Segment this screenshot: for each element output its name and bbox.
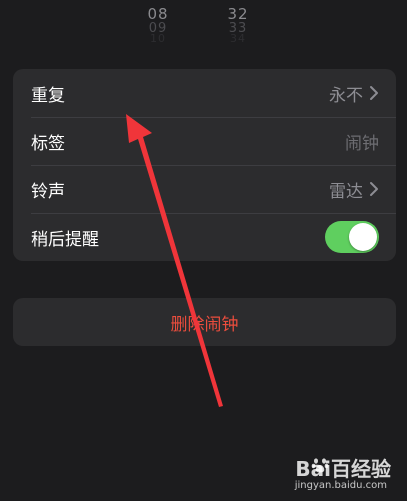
- watermark-url: jingyan.baidu.com: [294, 480, 387, 491]
- tag-input[interactable]: 闹钟: [345, 129, 379, 154]
- repeat-label: 重复: [31, 85, 65, 106]
- toggle-knob: [349, 223, 377, 251]
- time-picker[interactable]: 08 09 10 32 33 34: [0, 0, 407, 50]
- chevron-right-icon: [370, 86, 378, 100]
- hour-wheel[interactable]: 08 09 10: [134, 0, 182, 45]
- watermark-brand: Bai百经验: [295, 457, 391, 481]
- alarm-settings-group: 重复 永不 标签 闹钟 铃声 雷达 稍后提醒: [13, 69, 396, 261]
- minute-value-after: 34: [230, 32, 246, 45]
- baidu-watermark: Bai百经验 jingyan.baidu.com: [271, 453, 391, 493]
- snooze-row: 稍后提醒: [13, 213, 396, 261]
- delete-alarm-button[interactable]: 删除闹钟: [13, 298, 396, 346]
- repeat-value: 永不: [329, 85, 363, 106]
- hour-value-after: 10: [150, 32, 166, 45]
- snooze-toggle[interactable]: [325, 221, 379, 253]
- tag-row[interactable]: 标签 闹钟: [13, 117, 396, 165]
- ringtone-value: 雷达: [329, 181, 363, 202]
- chevron-right-icon: [370, 182, 378, 196]
- tag-label: 标签: [31, 133, 65, 154]
- ringtone-row[interactable]: 铃声 雷达: [13, 165, 396, 213]
- minute-wheel[interactable]: 32 33 34: [214, 0, 262, 45]
- repeat-row[interactable]: 重复 永不: [13, 69, 396, 117]
- ringtone-label: 铃声: [31, 181, 65, 202]
- snooze-label: 稍后提醒: [31, 229, 99, 250]
